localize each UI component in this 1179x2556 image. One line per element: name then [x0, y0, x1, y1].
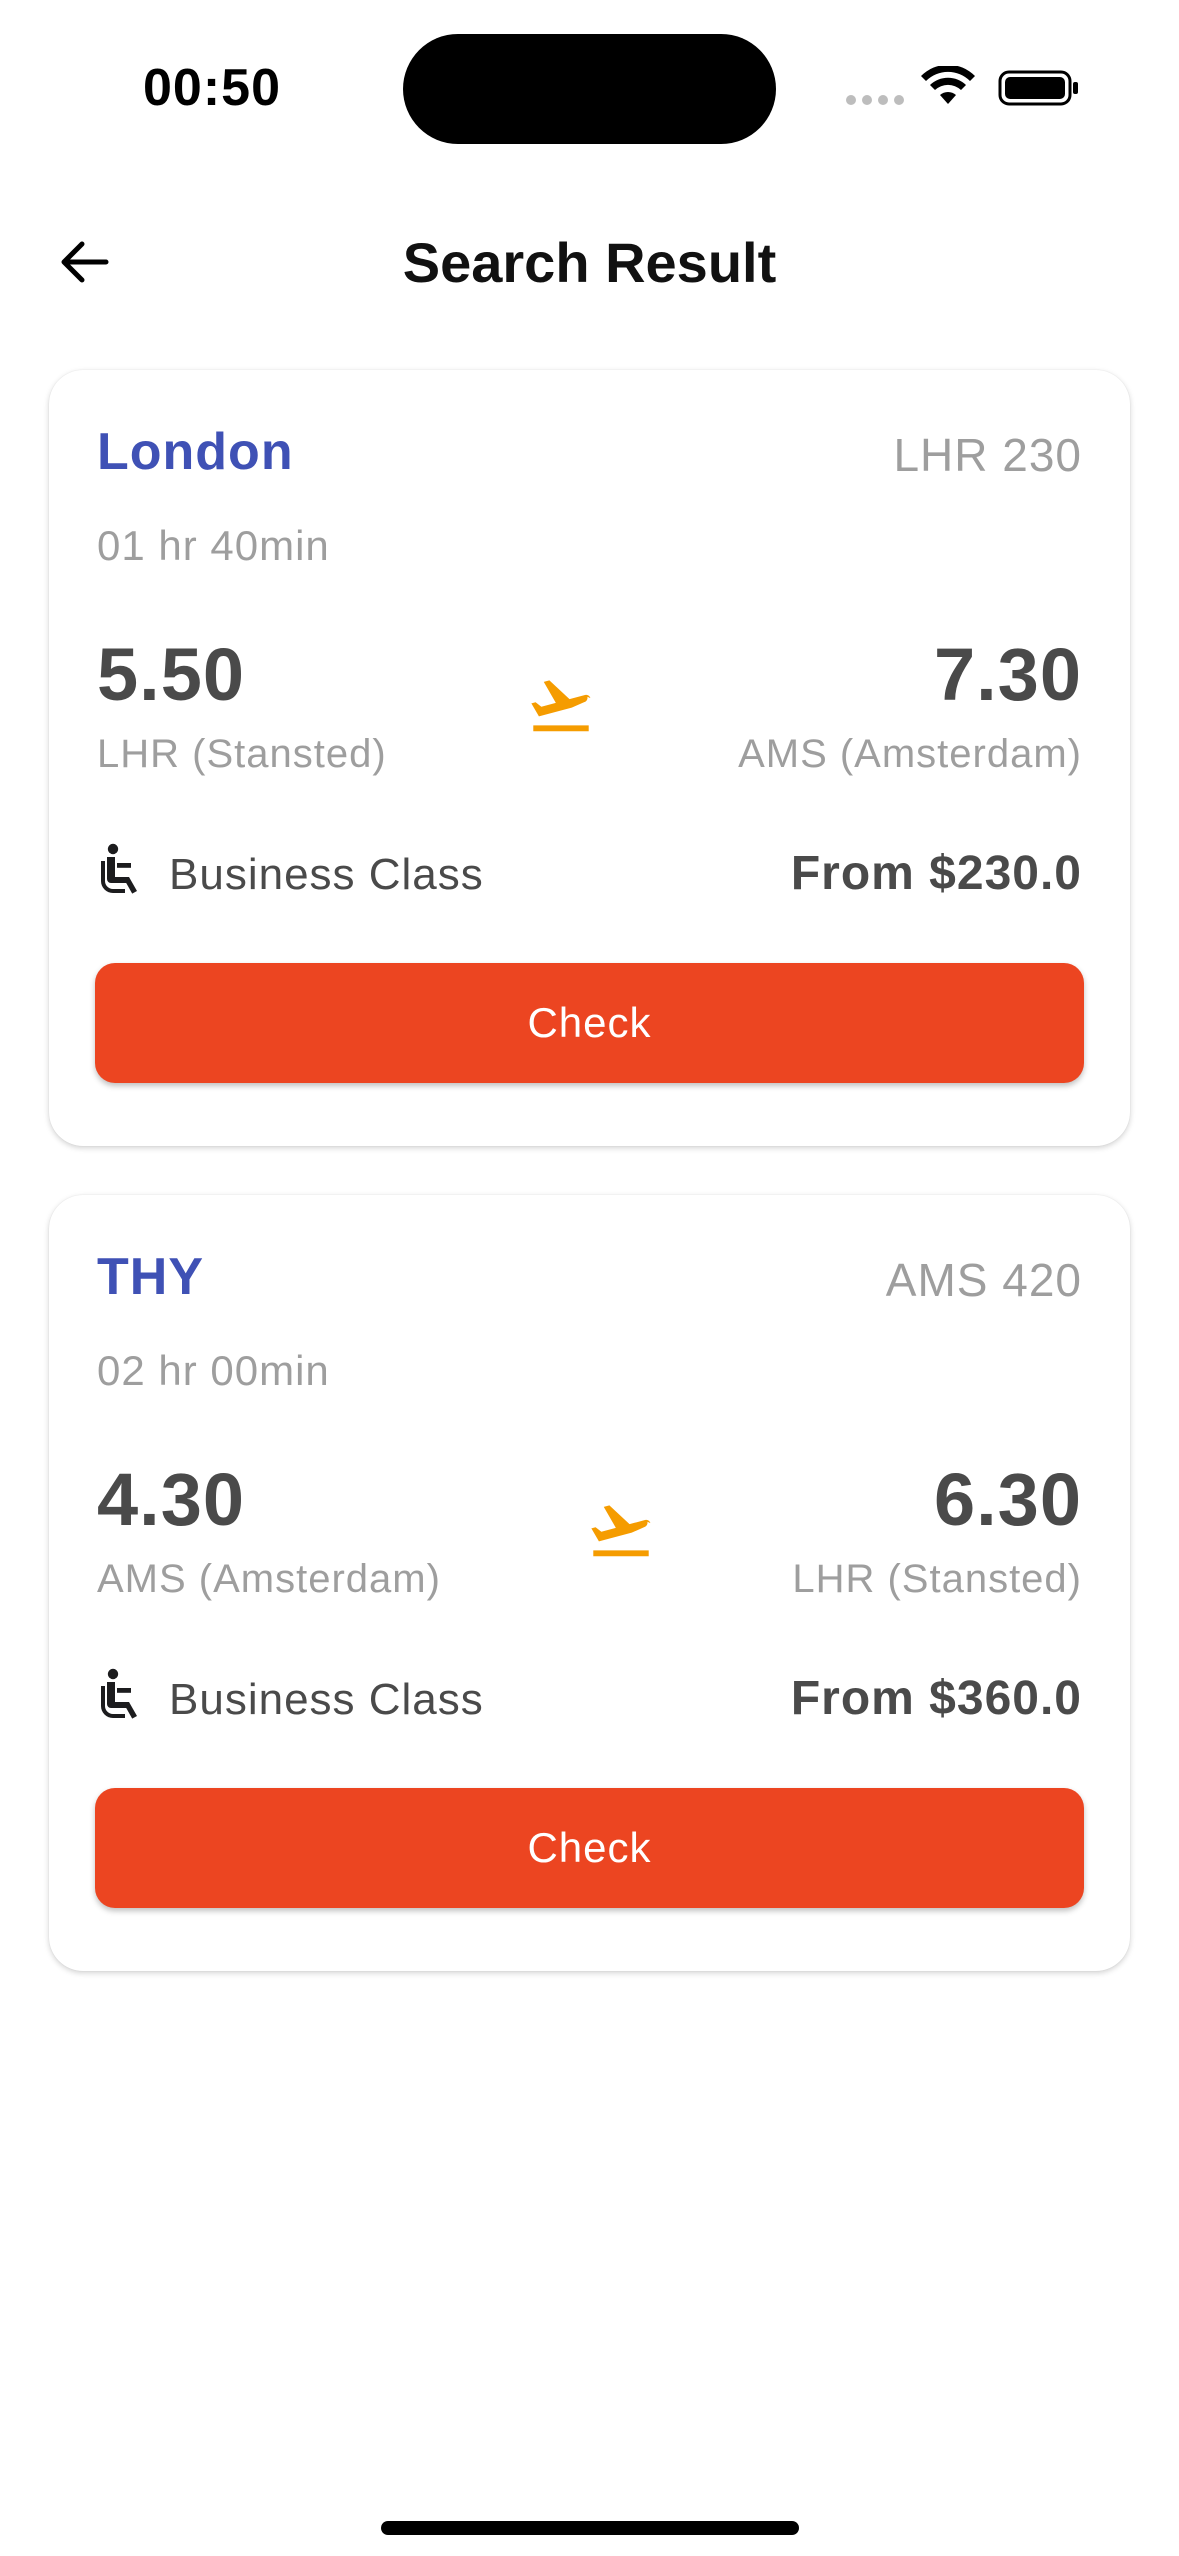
departure-airport: AMS (Amsterdam) [97, 1557, 441, 1601]
flight-duration: 01 hr 40min [97, 522, 330, 569]
flight-code: LHR 230 [893, 429, 1082, 481]
wifi-icon [921, 66, 975, 104]
check-button[interactable]: Check [95, 1788, 1084, 1908]
arrival-time: 6.30 [933, 1458, 1082, 1541]
page-title: Search Result [402, 231, 777, 294]
battery-icon [998, 70, 1078, 106]
class-label: Business Class [169, 1675, 484, 1724]
airline-name: THY [97, 1248, 204, 1306]
class-label: Business Class [169, 850, 484, 899]
airline-seat-icon [101, 1668, 137, 1719]
departure-time: 4.30 [97, 1458, 246, 1541]
check-button[interactable]: Check [95, 963, 1084, 1083]
flight-result-card: THY AMS 420 02 hr 00min 4.30 AMS (Amster… [49, 1195, 1130, 1971]
status-time: 00:50 [143, 59, 281, 117]
departure-airport: LHR (Stansted) [97, 732, 387, 776]
flight-code: AMS 420 [885, 1254, 1082, 1306]
flight-duration: 02 hr 00min [97, 1347, 330, 1394]
dynamic-island [403, 34, 776, 144]
status-bar: 00:50 [0, 0, 1179, 150]
price-label: From $230.0 [790, 847, 1082, 900]
arrival-airport: AMS (Amsterdam) [738, 732, 1082, 776]
flight-takeoff-icon [531, 680, 591, 732]
app-bar: Search Result [0, 190, 1179, 330]
price-label: From $360.0 [790, 1672, 1082, 1725]
cellular-signal-icon [846, 95, 904, 105]
arrival-time: 7.30 [933, 633, 1082, 716]
arrival-airport: LHR (Stansted) [792, 1557, 1082, 1601]
departure-time: 5.50 [97, 633, 246, 716]
airline-seat-icon [101, 843, 137, 894]
home-indicator[interactable] [381, 2521, 799, 2535]
flight-result-card: London LHR 230 01 hr 40min 5.50 LHR (Sta… [49, 370, 1130, 1146]
flight-takeoff-icon [591, 1505, 651, 1557]
airline-name: London [97, 423, 294, 481]
search-result-screen: 00:50 Search Result London LHR 230 01 hr… [0, 0, 1179, 2556]
